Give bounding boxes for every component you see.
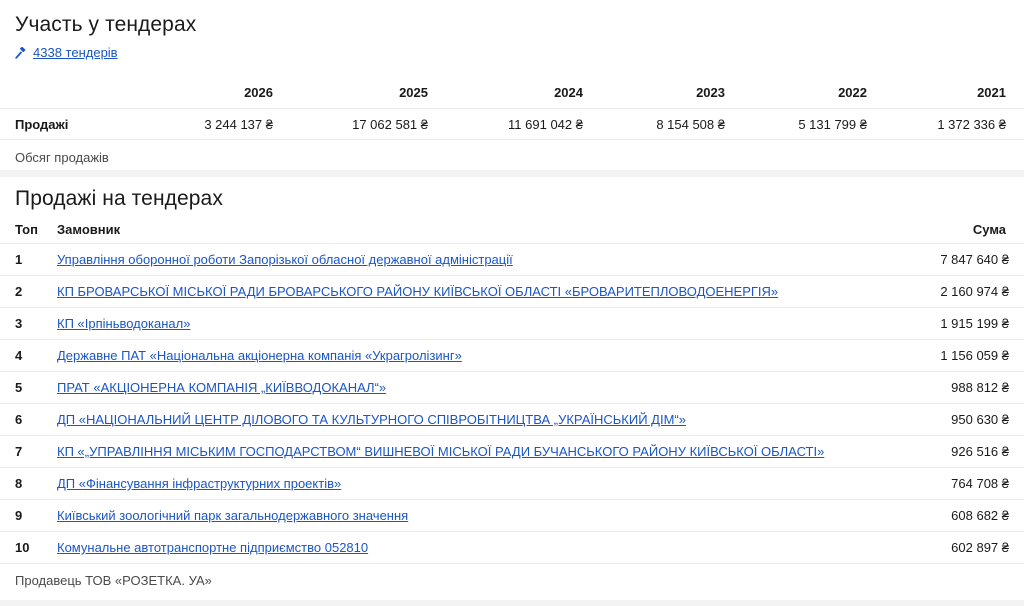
years-header-row: 2026 2025 2024 2023 2022 2021 [0, 78, 1024, 109]
amount-cell: 950 630 ₴ [951, 412, 1009, 427]
sales-value: 17 062 581 ₴ [352, 117, 428, 132]
rank-cell: 10 [15, 540, 30, 555]
participation-title: Участь у тендерах [15, 13, 197, 36]
customer-column-header: Замовник [57, 222, 121, 237]
amount-column-header: Сума [972, 222, 1006, 237]
rank-cell: 8 [15, 476, 23, 491]
table-row: 5 ПРАТ «АКЦІОНЕРНА КОМПАНІЯ „КИЇВВОДОКАНА… [0, 371, 1024, 404]
table-row: 2 КП БРОВАРСЬКОЇ МІСЬКОЇ РАДИ БРОВАРСЬКОГ… [0, 275, 1024, 308]
customer-cell: КП «Ірпіньводоканал» [57, 316, 190, 331]
amount-cell: 602 897 ₴ [951, 540, 1009, 555]
amount-cell: 988 812 ₴ [951, 380, 1009, 395]
sales-value: 1 372 336 ₴ [937, 117, 1006, 132]
table-row: 10 Комунальне автотранспортне підприємств… [0, 531, 1024, 564]
table-row: 6 ДП «НАЦІОНАЛЬНИЙ ЦЕНТР ДІЛОВОГО ТА КУЛЬ… [0, 403, 1024, 436]
amount-cell: 1 915 199 ₴ [940, 316, 1009, 331]
customers-table-header: Топ Замовник Сума [0, 215, 1024, 244]
table-row: 9 Київський зоологічний парк загальнодерж… [0, 499, 1024, 532]
sales-row: Продажі 3 244 137 ₴ 17 062 581 ₴ 11 691 … [0, 108, 1024, 140]
customer-link[interactable]: КП БРОВАРСЬКОЇ МІСЬКОЇ РАДИ БРОВАРСЬКОГО… [57, 284, 778, 299]
customer-cell: КП «„УПРАВЛІННЯ МІСЬКИМ ГОСПОДАРСТВОМ“ В… [57, 444, 824, 459]
sales-label: Продажі [15, 117, 69, 132]
year-header: 2022 [838, 85, 867, 100]
rank-cell: 3 [15, 316, 23, 331]
customer-link[interactable]: КП «„УПРАВЛІННЯ МІСЬКИМ ГОСПОДАРСТВОМ“ В… [57, 444, 824, 459]
sales-value: 11 691 042 ₴ [508, 117, 583, 132]
tender-count-link-wrap[interactable]: 4338 тендерів [15, 45, 118, 60]
rank-column-header: Топ [15, 222, 38, 237]
rank-cell: 7 [15, 444, 23, 459]
customer-cell: ДП «НАЦІОНАЛЬНИЙ ЦЕНТР ДІЛОВОГО ТА КУЛЬТ… [57, 412, 686, 427]
amount-cell: 608 682 ₴ [951, 508, 1009, 523]
amount-cell: 1 156 059 ₴ [940, 348, 1009, 363]
customer-link[interactable]: Управління оборонної роботи Запорізької … [57, 252, 513, 267]
customer-link[interactable]: ДП «НАЦІОНАЛЬНИЙ ЦЕНТР ДІЛОВОГО ТА КУЛЬТ… [57, 412, 686, 427]
customer-cell: Київський зоологічний парк загальнодержа… [57, 508, 408, 523]
tender-sales-title: Продажі на тендерах [15, 187, 223, 210]
rank-cell: 9 [15, 508, 23, 523]
rank-cell: 2 [15, 284, 23, 299]
tender-participation-card: Участь у тендерах 4338 тендерів 2026 202… [0, 0, 1024, 170]
tender-count-link[interactable]: 4338 тендерів [33, 45, 118, 60]
customer-cell: Державне ПАТ «Національна акціонерна ком… [57, 348, 462, 363]
year-header: 2024 [554, 85, 583, 100]
table-row: 7 КП «„УПРАВЛІННЯ МІСЬКИМ ГОСПОДАРСТВОМ“ … [0, 435, 1024, 468]
customer-link[interactable]: КП «Ірпіньводоканал» [57, 316, 190, 331]
amount-cell: 764 708 ₴ [951, 476, 1009, 491]
tender-sales-card: Продажі на тендерах Топ Замовник Сума 1 У… [0, 177, 1024, 600]
amount-cell: 926 516 ₴ [951, 444, 1009, 459]
table-row: 3 КП «Ірпіньводоканал» 1 915 199 ₴ [0, 307, 1024, 340]
customer-cell: ПРАТ «АКЦІОНЕРНА КОМПАНІЯ „КИЇВВОДОКАНАЛ… [57, 380, 386, 395]
customer-cell: Комунальне автотранспортне підприємство … [57, 540, 368, 555]
customer-link[interactable]: ПРАТ «АКЦІОНЕРНА КОМПАНІЯ „КИЇВВОДОКАНАЛ… [57, 380, 386, 395]
customer-link[interactable]: Київський зоологічний парк загальнодержа… [57, 508, 408, 523]
table-row: 8 ДП «Фінансування інфраструктурних проек… [0, 467, 1024, 500]
rank-cell: 1 [15, 252, 23, 267]
rank-cell: 6 [15, 412, 23, 427]
customer-link[interactable]: Комунальне автотранспортне підприємство … [57, 540, 368, 555]
hammer-icon [15, 46, 26, 59]
rank-cell: 4 [15, 348, 23, 363]
customer-cell: ДП «Фінансування інфраструктурних проект… [57, 476, 341, 491]
seller-caption: Продавець ТОВ «РОЗЕТКА. УА» [15, 573, 212, 588]
customer-link[interactable]: ДП «Фінансування інфраструктурних проект… [57, 476, 341, 491]
customer-cell: Управління оборонної роботи Запорізької … [57, 252, 513, 267]
rank-cell: 5 [15, 380, 23, 395]
customer-cell: КП БРОВАРСЬКОЇ МІСЬКОЇ РАДИ БРОВАРСЬКОГО… [57, 284, 778, 299]
sales-value: 8 154 508 ₴ [656, 117, 725, 132]
sales-value: 5 131 799 ₴ [798, 117, 867, 132]
table-row: 1 Управління оборонної роботи Запорізької… [0, 243, 1024, 276]
year-header: 2023 [696, 85, 725, 100]
year-header: 2025 [399, 85, 428, 100]
year-header: 2026 [244, 85, 273, 100]
sales-value: 3 244 137 ₴ [204, 117, 273, 132]
amount-cell: 7 847 640 ₴ [940, 252, 1009, 267]
amount-cell: 2 160 974 ₴ [940, 284, 1009, 299]
customer-link[interactable]: Державне ПАТ «Національна акціонерна ком… [57, 348, 462, 363]
table-row: 4 Державне ПАТ «Національна акціонерна ко… [0, 339, 1024, 372]
sales-volume-caption: Обсяг продажів [15, 150, 109, 165]
year-header: 2021 [977, 85, 1006, 100]
